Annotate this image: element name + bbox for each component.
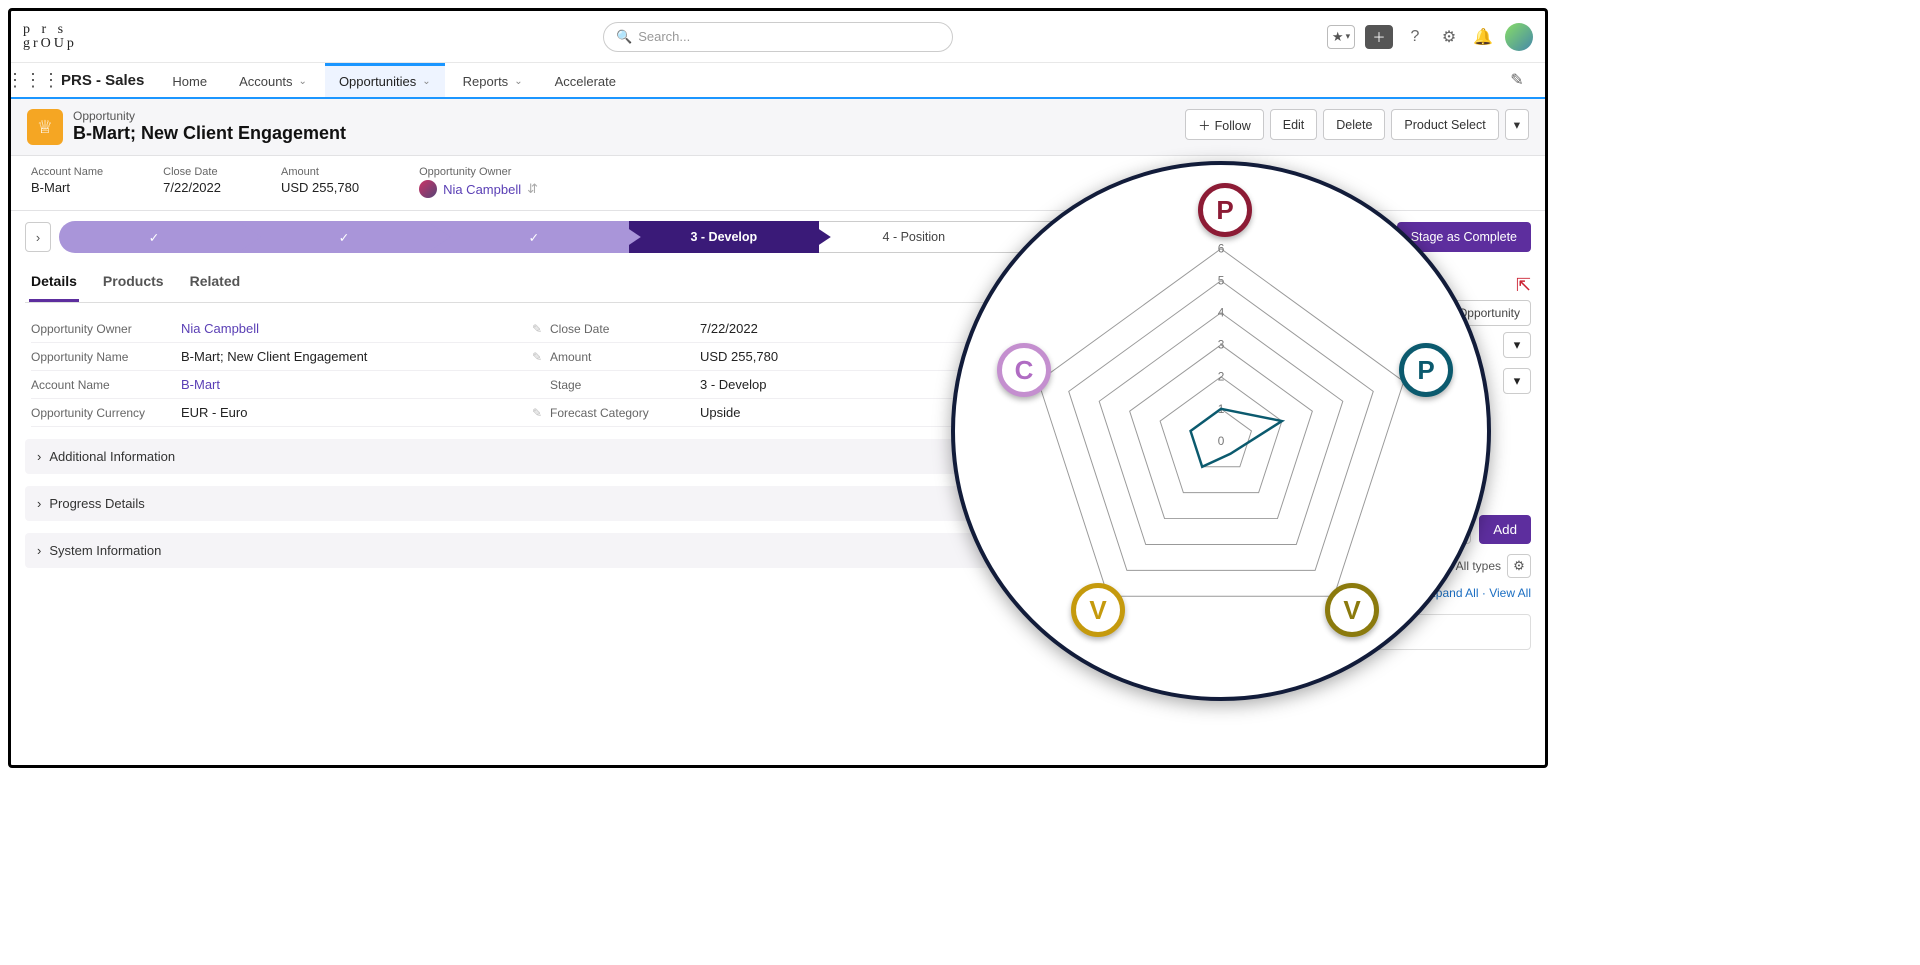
chevron-right-icon: › bbox=[37, 543, 41, 558]
edit-button[interactable]: Edit bbox=[1270, 109, 1318, 140]
brand-logo: p r s grOUp bbox=[23, 23, 77, 51]
tab-details[interactable]: Details bbox=[29, 263, 79, 302]
global-search-input[interactable]: 🔍 Search... bbox=[603, 22, 953, 52]
svg-text:2: 2 bbox=[1218, 370, 1225, 384]
field-value: B-Mart; New Client Engagement bbox=[181, 349, 532, 364]
opportunity-icon: ♕ bbox=[27, 109, 63, 145]
gear-icon: ⚙ bbox=[1442, 27, 1456, 47]
field-value-owner[interactable]: Nia Campbell bbox=[181, 321, 532, 336]
path-step-done[interactable]: ✓ bbox=[439, 221, 629, 253]
record-type: Opportunity bbox=[73, 109, 346, 123]
tab-related[interactable]: Related bbox=[188, 263, 243, 302]
chevron-down-icon: ⌄ bbox=[299, 76, 307, 87]
search-icon: 🔍 bbox=[616, 29, 632, 45]
chevron-right-icon: › bbox=[37, 449, 41, 464]
chevron-right-icon: › bbox=[36, 230, 40, 245]
chevron-right-icon: › bbox=[37, 496, 41, 511]
pencil-icon: ✎ bbox=[1510, 70, 1523, 90]
owner-avatar bbox=[419, 180, 437, 198]
hl-owner-link[interactable]: Nia Campbell bbox=[443, 182, 521, 197]
plus-icon: ＋ bbox=[1372, 27, 1385, 46]
svg-text:3: 3 bbox=[1218, 338, 1225, 352]
app-name: PRS - Sales bbox=[51, 63, 154, 97]
path-step-done[interactable]: ✓ bbox=[249, 221, 439, 253]
hl-account-label: Account Name bbox=[31, 166, 103, 178]
chevron-down-icon: ⌄ bbox=[422, 76, 430, 87]
expand-icon[interactable]: ⇱ bbox=[1516, 275, 1531, 296]
svg-text:5: 5 bbox=[1218, 274, 1225, 288]
nav-accelerate[interactable]: Accelerate bbox=[541, 63, 630, 97]
edit-field-icon[interactable]: ✎ bbox=[532, 322, 550, 336]
setup-button[interactable]: ⚙ bbox=[1437, 25, 1461, 49]
check-icon: ✓ bbox=[149, 230, 159, 245]
gear-icon: ⚙ bbox=[1513, 558, 1525, 574]
svg-text:0: 0 bbox=[1218, 434, 1225, 448]
side-menu-button[interactable]: ▾ bbox=[1503, 332, 1531, 358]
field-label: Amount bbox=[550, 350, 700, 364]
hl-closedate-label: Close Date bbox=[163, 166, 221, 178]
field-value: EUR - Euro bbox=[181, 405, 532, 420]
edit-nav-button[interactable]: ✎ bbox=[1505, 68, 1529, 92]
radar-vertex-v: V bbox=[1325, 583, 1379, 637]
check-icon: ✓ bbox=[339, 230, 349, 245]
radar-chart: 0123456 P P V V C bbox=[951, 161, 1491, 701]
path-step-current[interactable]: 3 - Develop bbox=[629, 221, 819, 253]
hl-amount-label: Amount bbox=[281, 166, 359, 178]
check-icon: ✓ bbox=[529, 230, 539, 245]
path-step-done[interactable]: ✓ bbox=[59, 221, 249, 253]
edit-field-icon[interactable]: ✎ bbox=[532, 350, 550, 364]
field-label: Account Name bbox=[31, 378, 181, 392]
nav-reports[interactable]: Reports⌄ bbox=[449, 63, 537, 97]
tab-products[interactable]: Products bbox=[101, 263, 166, 302]
hl-amount-value: USD 255,780 bbox=[281, 180, 359, 195]
nav-accounts[interactable]: Accounts⌄ bbox=[225, 63, 321, 97]
more-actions-button[interactable]: ▾ bbox=[1505, 109, 1529, 140]
radar-vertex-v: V bbox=[1071, 583, 1125, 637]
svg-text:4: 4 bbox=[1218, 306, 1225, 320]
chevron-down-icon: ▾ bbox=[1514, 373, 1521, 389]
field-label: Close Date bbox=[550, 322, 700, 336]
field-label: Stage bbox=[550, 378, 700, 392]
record-title: B-Mart; New Client Engagement bbox=[73, 123, 346, 144]
side-menu-button[interactable]: ▾ bbox=[1503, 368, 1531, 394]
hl-account-link[interactable]: B-Mart bbox=[31, 180, 103, 195]
radar-vertex-p: P bbox=[1198, 183, 1252, 237]
help-icon: ? bbox=[1411, 28, 1420, 46]
notifications-button[interactable]: 🔔 bbox=[1471, 25, 1495, 49]
bell-icon: 🔔 bbox=[1473, 27, 1493, 47]
path-expand-button[interactable]: › bbox=[25, 222, 51, 252]
nav-opportunities[interactable]: Opportunities⌄ bbox=[325, 63, 445, 97]
hl-closedate-value: 7/22/2022 bbox=[163, 180, 221, 195]
view-all-link[interactable]: View All bbox=[1489, 586, 1531, 600]
follow-button[interactable]: ＋Follow bbox=[1185, 109, 1264, 140]
star-icon: ★ bbox=[1332, 29, 1344, 45]
product-select-button[interactable]: Product Select bbox=[1391, 109, 1498, 140]
hl-owner-label: Opportunity Owner bbox=[419, 166, 538, 178]
change-owner-icon[interactable]: ⇵ bbox=[527, 181, 538, 197]
section-system-info[interactable]: › System Information bbox=[25, 533, 1075, 568]
field-value-account[interactable]: B-Mart bbox=[181, 377, 550, 392]
favorites-button[interactable]: ★▾ bbox=[1327, 25, 1355, 49]
chevron-down-icon: ▾ bbox=[1514, 337, 1521, 353]
delete-button[interactable]: Delete bbox=[1323, 109, 1385, 140]
field-label: Opportunity Owner bbox=[31, 322, 181, 336]
field-label: Opportunity Name bbox=[31, 350, 181, 364]
nav-home[interactable]: Home bbox=[158, 63, 221, 97]
section-progress-details[interactable]: › Progress Details bbox=[25, 486, 1075, 521]
radar-vertex-c: C bbox=[997, 343, 1051, 397]
add-button[interactable]: Add bbox=[1479, 515, 1531, 544]
activity-settings-button[interactable]: ⚙ bbox=[1507, 554, 1531, 578]
svg-text:6: 6 bbox=[1218, 242, 1225, 256]
app-launcher[interactable]: ⋮⋮⋮ bbox=[19, 63, 47, 97]
global-add-button[interactable]: ＋ bbox=[1365, 25, 1393, 49]
field-label: Forecast Category bbox=[550, 406, 700, 420]
radar-vertex-p: P bbox=[1399, 343, 1453, 397]
chevron-down-icon: ▾ bbox=[1514, 118, 1520, 132]
section-additional-info[interactable]: › Additional Information bbox=[25, 439, 1075, 474]
edit-field-icon[interactable]: ✎ bbox=[532, 406, 550, 420]
chevron-down-icon: ⌄ bbox=[514, 76, 522, 87]
field-label: Opportunity Currency bbox=[31, 406, 181, 420]
help-button[interactable]: ? bbox=[1403, 25, 1427, 49]
user-avatar[interactable] bbox=[1505, 23, 1533, 51]
